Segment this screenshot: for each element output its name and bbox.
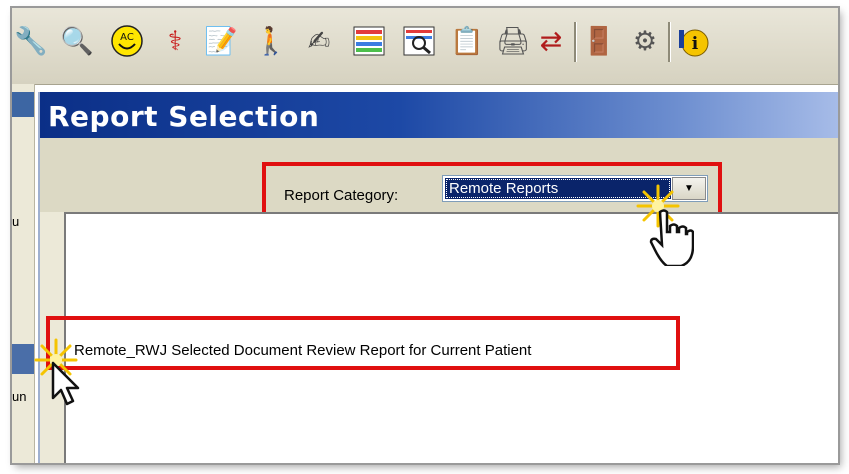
person-icon[interactable]: 🚶 bbox=[254, 24, 288, 58]
tools-icon[interactable]: ⚙ bbox=[628, 24, 662, 58]
background-window-text: un bbox=[12, 389, 27, 404]
background-window-text: u bbox=[12, 214, 20, 229]
notepad-pen-icon[interactable]: 📝 bbox=[204, 24, 238, 58]
background-window-tab bbox=[12, 344, 34, 374]
clipboard-icon[interactable]: 📋 bbox=[450, 24, 484, 58]
toolbar-separator bbox=[668, 22, 671, 62]
background-window-titlebar bbox=[12, 92, 34, 117]
chevron-down-icon: ▼ bbox=[684, 183, 694, 194]
arrow-cursor-icon bbox=[51, 361, 80, 406]
report-highlight-box bbox=[46, 316, 680, 370]
dialog-titlebar: Report Selection bbox=[40, 92, 838, 138]
report-grid-icon[interactable] bbox=[352, 24, 386, 58]
caduceus-icon[interactable]: ⚕ bbox=[158, 24, 192, 58]
hand-cursor-icon bbox=[649, 209, 694, 266]
checklist-icon[interactable]: ✍ bbox=[302, 24, 336, 58]
search-document-icon[interactable] bbox=[402, 24, 436, 58]
printer-icon[interactable]: 🖨 bbox=[496, 24, 530, 58]
report-selection-dialog: Report Selection Report Category: Remote… bbox=[38, 92, 838, 463]
ac-smiley-icon[interactable]: AC bbox=[110, 24, 144, 58]
screenshot-frame: 🔧 🔍 AC ⚕ 📝 🚶 ✍ 📋 🖨 ⇄ 🚪 ⚙ i u un Report S… bbox=[12, 8, 838, 463]
magnifier-icon[interactable]: 🔍 bbox=[60, 24, 94, 58]
toolbar-separator bbox=[574, 22, 577, 62]
users-transfer-icon[interactable]: ⇄ bbox=[534, 24, 568, 58]
svg-text:AC: AC bbox=[120, 32, 134, 43]
dialog-title: Report Selection bbox=[48, 100, 320, 133]
background-window-strip: u un bbox=[12, 84, 35, 463]
info-icon[interactable]: i bbox=[676, 24, 710, 58]
wrench-icon[interactable]: 🔧 bbox=[14, 24, 48, 58]
svg-text:i: i bbox=[692, 34, 699, 54]
exit-door-icon[interactable]: 🚪 bbox=[582, 24, 616, 58]
toolbar: 🔧 🔍 AC ⚕ 📝 🚶 ✍ 📋 🖨 ⇄ 🚪 ⚙ i bbox=[12, 8, 838, 85]
report-category-label: Report Category: bbox=[284, 187, 399, 204]
